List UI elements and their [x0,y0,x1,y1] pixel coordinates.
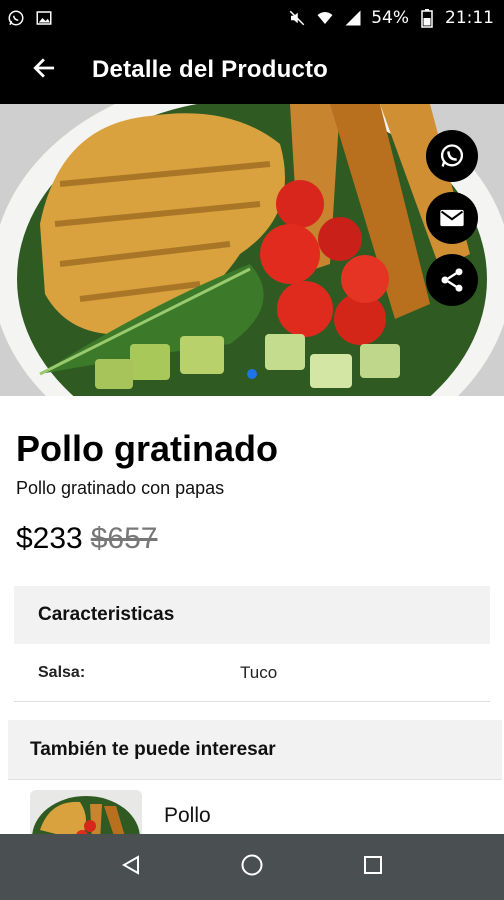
share-button[interactable] [426,254,478,306]
mute-icon [287,8,307,28]
share-email-button[interactable] [426,192,478,244]
nav-recents-button[interactable] [348,842,398,892]
feature-key: Salsa: [38,663,86,681]
nav-home-button[interactable] [227,842,277,892]
app-bar: Detalle del Producto [0,36,504,104]
product-description: Pollo gratinado con papas [16,478,225,498]
wifi-icon [315,8,335,28]
share-icon [438,266,466,294]
home-circle-icon [240,853,264,882]
arrow-left-icon [31,55,57,86]
battery-percent: 54% [371,8,409,28]
old-price: $657 [90,522,158,555]
whatsapp-icon [438,142,466,170]
related-product-item[interactable]: Pollo [8,780,502,850]
features-title: Caracteristicas [14,586,490,644]
recents-square-icon [363,855,383,880]
status-bar: 54% 21:11 [0,0,504,36]
related-title: También te puede interesar [8,720,502,780]
back-triangle-icon [120,854,142,881]
mail-icon [438,204,466,232]
back-button[interactable] [16,42,72,98]
current-price: $233 [16,522,83,555]
feature-row: Salsa: Tuco [14,644,490,702]
feature-value: Tuco [240,662,278,682]
features-section: Caracteristicas Salsa: Tuco [14,586,490,702]
clock: 21:11 [445,8,494,28]
carousel-page-indicator[interactable] [247,369,257,379]
signal-icon [343,8,363,28]
whatsapp-icon [6,8,26,28]
product-name: Pollo gratinado [16,428,279,469]
price-row: $233 $657 [16,522,158,556]
page-title: Detalle del Producto [92,56,329,83]
nav-back-button[interactable] [106,842,156,892]
image-icon [34,8,54,28]
system-nav-bar [0,834,504,900]
status-right: 54% 21:11 [287,8,494,28]
share-whatsapp-button[interactable] [426,130,478,182]
battery-icon [417,8,437,28]
status-left [6,8,54,28]
product-image-carousel[interactable] [0,104,504,396]
related-product-name: Pollo [164,804,211,827]
related-products-section: También te puede interesar Pollo [8,720,502,850]
